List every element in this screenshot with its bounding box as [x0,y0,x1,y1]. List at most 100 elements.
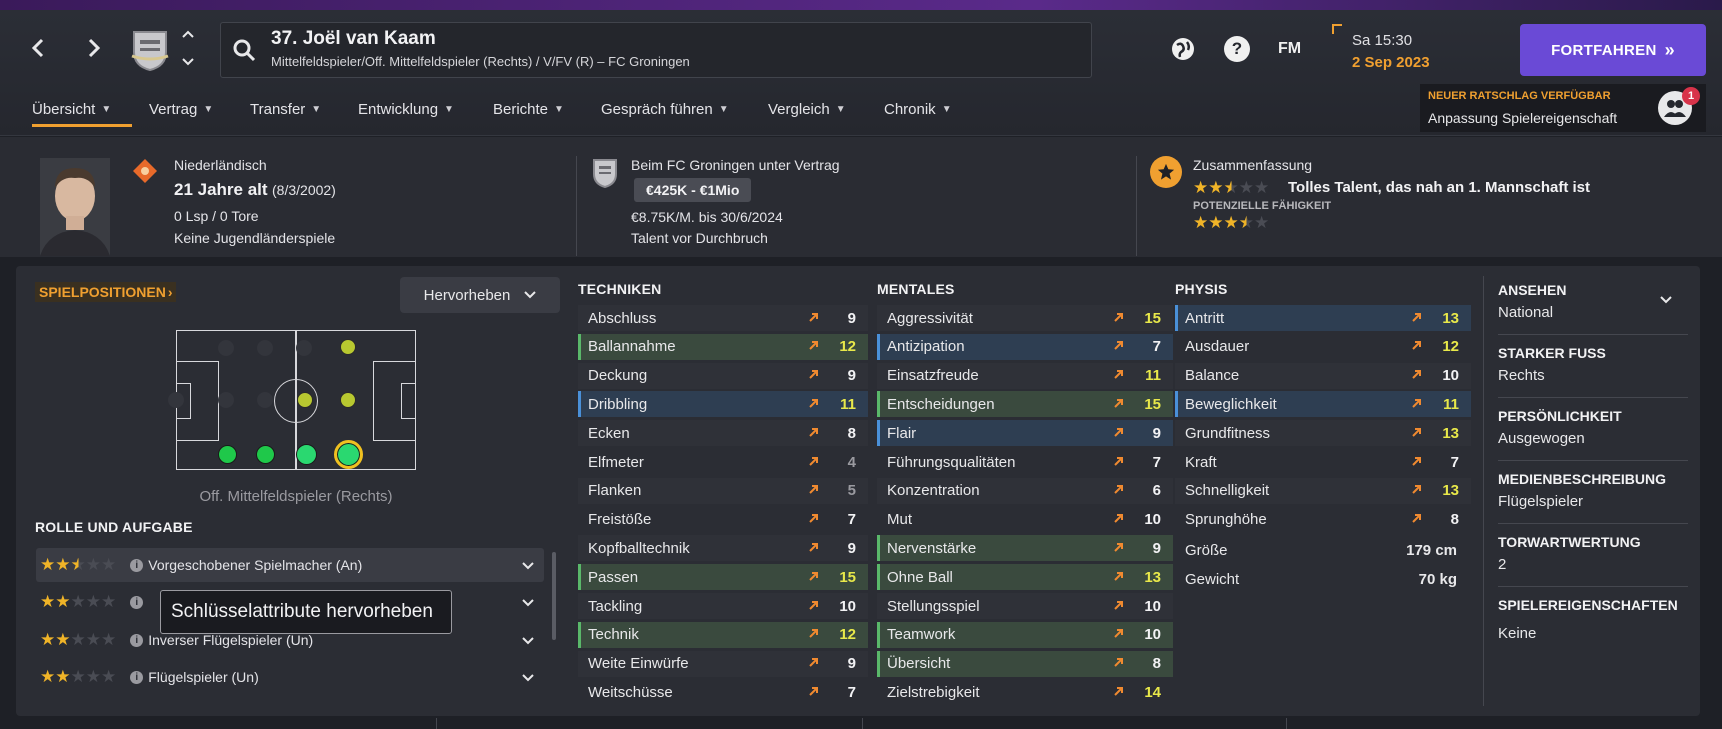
attribute-row[interactable]: Deckung 9 [578,362,868,389]
attribute-row[interactable]: Stellungsspiel 10 [877,593,1173,619]
attribute-row[interactable]: Kopfballtechnik 9 [578,535,868,562]
summary-title: Zusammenfassung [1193,157,1313,173]
star-empty-icon: ★ [85,555,101,574]
forward-button[interactable] [74,28,114,68]
role-row[interactable]: ★ ★ ★ ★ ★ i Flügelspieler (Un) [36,660,544,694]
attribute-row[interactable]: Flair 9 [877,420,1173,447]
position-dot[interactable] [340,392,356,408]
chevron-up-icon[interactable] [182,30,194,38]
role-row[interactable]: ★ ★ ★ ★ ★ i Vorgeschobener Spielmacher (An) [36,548,544,582]
attribute-row[interactable]: Tackling 10 [578,593,868,619]
highlight-dropdown[interactable]: Hervorheben [400,277,560,313]
attribute-value: 10 [1144,597,1161,615]
info-icon[interactable]: i [130,633,144,647]
fm-menu-button[interactable]: FM [1278,40,1301,58]
back-button[interactable] [18,28,58,68]
attribute-row[interactable]: Mut 10 [877,507,1173,533]
chevron-down-icon[interactable] [182,58,194,66]
tab-uebersicht[interactable]: Übersicht ▼ [32,98,111,120]
info-icon[interactable]: i [130,558,144,572]
help-icon[interactable]: ? [1224,36,1250,62]
roles-scrollbar[interactable] [552,552,556,640]
attribute-row[interactable]: Freistöße 7 [578,507,868,533]
attribute-row[interactable]: Flanken 5 [578,477,868,504]
youth-caps: Keine Jugendländerspiele [174,230,336,246]
continue-button[interactable]: FORTFAHREN » [1520,24,1706,76]
status: Talent vor Durchbruch [631,230,768,246]
search-icon[interactable] [232,38,256,67]
attribute-row[interactable]: Entscheidungen 15 [877,391,1173,418]
attribute-row[interactable]: Sprunghöhe 8 [1175,507,1471,533]
divider [1498,334,1688,335]
attribute-row[interactable]: Technik 12 [578,621,868,648]
tab-berichte[interactable]: Berichte ▼ [493,98,564,120]
position-dot[interactable] [296,340,312,356]
position-dot[interactable] [296,444,317,465]
reputation-section[interactable]: ANSEHEN National [1498,282,1688,321]
star-badge-icon [1150,156,1182,188]
attribute-name: Mut [887,511,913,529]
position-dot[interactable] [218,340,234,356]
attribute-row[interactable]: Elfmeter 4 [578,449,868,475]
position-dot[interactable] [218,445,237,464]
contract-title: Beim FC Groningen unter Vertrag [631,157,840,173]
chevron-down-icon[interactable] [522,557,534,573]
attribute-row[interactable]: Weite Einwürfe 9 [578,650,868,677]
attribute-row[interactable]: Einsatzfreude 11 [877,362,1173,389]
attribute-row[interactable]: Dribbling 11 [578,391,868,418]
attribute-row[interactable]: Antizipation 7 [877,333,1173,360]
attribute-row[interactable]: Nervenstärke 9 [877,535,1173,562]
position-dot[interactable] [297,392,313,408]
info-icon[interactable]: i [130,595,144,609]
tab-entwicklung[interactable]: Entwicklung ▼ [358,98,454,120]
chevron-down-icon: ▼ [835,103,846,115]
position-dot[interactable] [218,392,234,408]
player-cycle-arrows[interactable] [180,30,196,66]
tab-chronik[interactable]: Chronik ▼ [884,98,952,120]
attribute-row[interactable]: Konzentration 6 [877,477,1173,504]
attribute-row[interactable]: Teamwork 10 [877,621,1173,648]
position-dot[interactable] [257,392,273,408]
attribute-row[interactable]: Ecken 8 [578,420,868,447]
chevron-down-icon[interactable] [522,632,534,648]
tab-vertrag[interactable]: Vertrag ▼ [149,98,213,120]
attribute-row[interactable]: Aggressivität 15 [877,305,1173,331]
attribute-row[interactable]: Ballannahme 12 [578,333,868,360]
positions-link[interactable]: SPIELPOSITIONEN › [35,282,177,302]
attribute-row[interactable]: Schnelligkeit 13 [1175,477,1471,504]
attribute-row[interactable]: Ausdauer 12 [1175,334,1471,360]
attribute-row[interactable]: Kraft 7 [1175,449,1471,475]
attribute-value: 9 [1152,539,1161,557]
transfer-value[interactable]: €425K - €1Mio [634,178,752,202]
attribute-row[interactable]: Führungsqualitäten 7 [877,449,1173,475]
info-icon[interactable]: i [130,670,144,684]
tab-vergleich[interactable]: Vergleich ▼ [768,98,846,120]
attribute-row[interactable]: Balance 10 [1175,362,1471,389]
chevron-down-icon[interactable] [522,669,534,685]
attribute-row[interactable]: Zielstrebigkeit 14 [877,679,1173,705]
tab-transfer[interactable]: Transfer ▼ [250,98,321,120]
advice-notification[interactable]: NEUER RATSCHLAG VERFÜGBAR Anpassung Spie… [1420,84,1706,132]
chevron-down-icon[interactable] [522,594,534,610]
world-icon[interactable] [1170,36,1196,67]
star-empty-icon: ★ [85,630,101,649]
attribute-row[interactable]: Abschluss 9 [578,305,868,331]
attribute-row[interactable]: Weitschüsse 7 [578,679,868,705]
position-dot[interactable] [256,445,275,464]
chevron-left-icon [31,38,44,58]
position-dot-selected[interactable] [334,440,363,469]
position-dot[interactable] [257,340,273,356]
chevron-down-icon: ▼ [311,103,322,115]
position-dot[interactable] [168,392,184,408]
attribute-row[interactable]: Passen 15 [578,564,868,591]
attribute-row[interactable]: Antritt 13 [1175,305,1471,331]
attribute-row[interactable]: Grundfitness 13 [1175,420,1471,447]
chevron-down-icon[interactable] [1660,296,1672,304]
divider [1498,397,1688,398]
trend-arrow-icon [1411,397,1423,412]
attribute-row[interactable]: Beweglichkeit 11 [1175,391,1471,418]
attribute-row[interactable]: Übersicht 8 [877,650,1173,677]
attribute-row[interactable]: Ohne Ball 13 [877,564,1173,591]
tab-gespraech[interactable]: Gespräch führen ▼ [601,98,729,120]
position-dot[interactable] [340,339,356,355]
